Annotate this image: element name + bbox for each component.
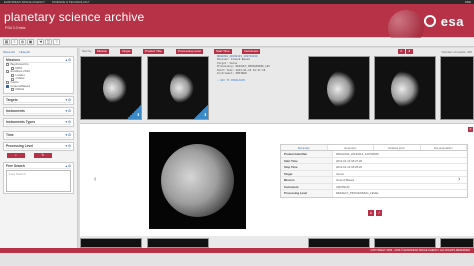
trash-icon[interactable]: ✕	[398, 49, 405, 54]
venus-image	[170, 71, 200, 105]
result-thumbnail[interactable]	[440, 238, 474, 248]
tab-summary[interactable]: Summary	[281, 145, 328, 150]
result-thumbnail[interactable]	[440, 56, 474, 120]
panel-collapse-icon[interactable]: ▾ ⚙	[65, 120, 71, 124]
free-search-input[interactable]: Free Search	[6, 169, 71, 192]
sort-mission-button[interactable]: Mission	[95, 49, 110, 54]
targets-panel[interactable]: Targets ▾ ⚙	[3, 95, 74, 105]
result-thumbnail[interactable]	[80, 238, 142, 248]
instrument-types-heading: Instruments Types	[6, 119, 36, 124]
table-row: Processing Level DEFAULT_PROCESSING_LEVEL	[281, 190, 467, 197]
tab-geometry[interactable]: Geometry	[328, 145, 374, 150]
esa-logo-text[interactable]: esa	[441, 14, 464, 29]
panel-collapse-icon[interactable]: ▴ ⚙	[65, 164, 71, 168]
missions-panel: Missions ▴ ⚙ BepiColombo MPO ExoMars 2016…	[3, 56, 74, 94]
download-icon[interactable]: ⬇	[368, 210, 374, 216]
venus-image	[103, 71, 133, 105]
filter-sidebar: Show All Hide All Missions ▴ ⚙ BepiColomb…	[0, 48, 78, 248]
page-subtitle: PSA 3.0 beta	[5, 26, 26, 30]
download-icon[interactable]: ⬇	[127, 105, 141, 119]
free-search-panel: Free Search ▴ ⚙ Free Search	[3, 161, 74, 194]
detail-actions: ⬇ ↗	[368, 210, 383, 216]
main-toolbar: ▦ ≡ ◍ ▣ ☚ ◫ ?	[0, 38, 474, 47]
selected-product-metadata: DRAGO90_20130113_133748040 Mission: Grou…	[217, 55, 283, 83]
result-thumbnail[interactable]	[147, 238, 209, 248]
list-icon[interactable]: ≡	[11, 39, 18, 45]
download-icon[interactable]: ⬇	[194, 105, 208, 119]
panel-collapse-icon[interactable]: ▴ ⚙	[65, 58, 71, 62]
tab-related-products[interactable]: Related prod.	[374, 145, 421, 150]
next-arrow-icon[interactable]: ›	[458, 176, 460, 183]
results-row-next	[80, 236, 474, 248]
sort-by-label: Sort by	[82, 49, 92, 53]
reset-icon[interactable]: ↻	[33, 152, 52, 158]
panel-collapse-icon[interactable]: ▾ ⚙	[65, 109, 71, 113]
layers-icon[interactable]: ◫	[45, 39, 52, 45]
product-info-table: Summary Geometry Related prod. Documenta…	[280, 144, 468, 198]
sort-instrument-button[interactable]: Instrument	[242, 49, 261, 54]
page-background	[0, 253, 474, 266]
search-icon[interactable]: ⌕	[7, 152, 25, 158]
sort-start-time-button[interactable]: Start Time	[214, 49, 232, 54]
result-thumbnail[interactable]	[374, 56, 436, 120]
external-link-icon[interactable]: ↗	[375, 210, 382, 216]
checkbox[interactable]	[6, 63, 9, 67]
time-panel[interactable]: Time ▾ ⚙	[3, 130, 74, 140]
results-count: Number of results: 415	[441, 50, 472, 54]
globe-icon[interactable]: ◍	[19, 39, 26, 45]
page-title: planetary science archive	[4, 10, 145, 24]
instrument-types-panel[interactable]: Instruments Types ▾ ⚙	[3, 117, 74, 127]
meta-line: Instrument: AMATEUR	[217, 72, 247, 76]
targets-heading: Targets	[6, 97, 18, 102]
image-icon[interactable]: ▣	[27, 39, 34, 45]
instruments-heading: Instruments	[6, 108, 25, 113]
processing-level-heading: Processing Level	[6, 143, 34, 148]
processing-level-panel[interactable]: Processing Level ▾ ⚙	[3, 141, 74, 151]
venus-image	[327, 69, 363, 109]
result-thumbnail[interactable]: ⬇	[80, 56, 142, 120]
instruments-panel[interactable]: Instruments ▾ ⚙	[3, 106, 74, 116]
sort-product-title-button[interactable]: Product Title	[143, 49, 164, 54]
tree-item-drag[interactable]: DRAG	[6, 88, 71, 92]
venus-image	[391, 69, 427, 109]
add-to-downloads-link[interactable]: ☐ ADD TO DOWNLOADS	[217, 79, 283, 82]
venus-disc-image	[161, 144, 234, 217]
sort-processing-level-button[interactable]: Processing Level	[176, 49, 203, 54]
prev-arrow-icon[interactable]: ‹	[94, 176, 96, 183]
help-icon[interactable]: ?	[53, 39, 60, 45]
show-all-link[interactable]: Show All	[3, 50, 15, 54]
product-preview-image[interactable]	[149, 132, 246, 229]
result-thumbnail[interactable]	[308, 238, 370, 248]
checkbox[interactable]	[11, 88, 14, 92]
free-search-heading: Free Search	[6, 163, 25, 168]
checkbox-checked[interactable]	[6, 84, 9, 88]
download-icon[interactable]: ⬇	[406, 49, 413, 54]
close-icon[interactable]: ✕	[468, 127, 473, 132]
grid-icon[interactable]: ▦	[3, 39, 10, 45]
checkbox[interactable]	[6, 81, 9, 85]
hide-all-link[interactable]: Hide All	[19, 50, 29, 54]
hand-icon[interactable]: ☚	[37, 39, 44, 45]
sort-bar: Sort by Mission Target Product Title Pro…	[80, 48, 474, 55]
result-thumbnail[interactable]	[308, 56, 370, 120]
site-header: planetary science archive PSA 3.0 beta e…	[0, 4, 474, 46]
panel-collapse-icon[interactable]: ▾ ⚙	[65, 98, 71, 102]
checkbox[interactable]	[6, 70, 9, 74]
checkbox[interactable]	[11, 74, 14, 78]
result-thumbnail[interactable]	[374, 238, 436, 248]
esa-logo-icon	[424, 15, 436, 27]
sort-target-button[interactable]: Target	[120, 49, 133, 54]
time-heading: Time	[6, 132, 14, 137]
tab-documentation[interactable]: Documentation	[421, 145, 467, 150]
product-detail-panel: ‹ Summary Geometry Related prod. Documen…	[80, 123, 474, 236]
panel-collapse-icon[interactable]: ▾ ⚙	[65, 133, 71, 137]
result-thumbnail-selected[interactable]: ⬇	[147, 56, 209, 120]
panel-collapse-icon[interactable]: ▾ ⚙	[65, 144, 71, 148]
